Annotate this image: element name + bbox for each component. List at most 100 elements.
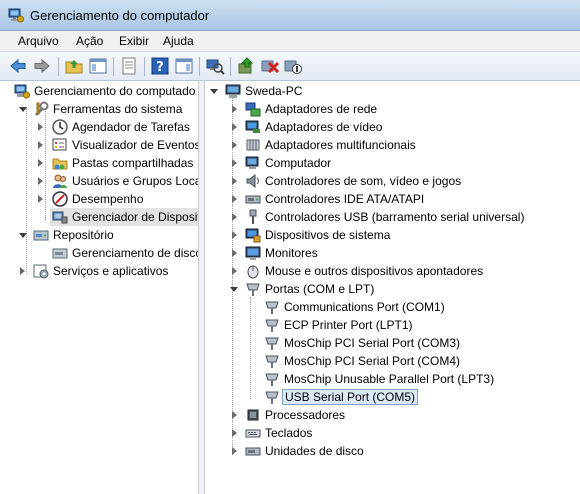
chevron-right-icon[interactable]	[232, 159, 237, 167]
tree-node-port-lpt1[interactable]: ECP Printer Port (LPT1)	[205, 316, 580, 334]
tree-label: Controladores de som, vídeo e jogos	[265, 174, 462, 188]
disk-management-icon	[52, 248, 68, 259]
menu-arquivo[interactable]: Arquivo	[18, 34, 59, 48]
disable-device-icon[interactable]	[283, 56, 303, 76]
tree-label: Agendador de Tarefas	[72, 120, 190, 134]
tree-node-disk-drives[interactable]: Unidades de disco	[205, 442, 580, 460]
toolbar-separator	[144, 57, 145, 76]
tree-node-event-viewer[interactable]: Visualizador de Eventos	[0, 136, 198, 154]
toolbar-separator	[58, 57, 59, 76]
tree-node-ide-controllers[interactable]: Controladores IDE ATA/ATAPI	[205, 190, 580, 208]
tree-label: Adaptadores de vídeo	[265, 120, 383, 134]
tree-node-system-devices[interactable]: Dispositivos de sistema	[205, 226, 580, 244]
network-adapter-icon	[245, 102, 261, 117]
tree-node-network-adapters[interactable]: Adaptadores de rede	[205, 100, 580, 118]
chevron-right-icon[interactable]	[38, 159, 43, 167]
chevron-right-icon[interactable]	[232, 249, 237, 257]
tree-node-shared-folders[interactable]: Pastas compartilhadas	[0, 154, 198, 172]
tree-node-mice[interactable]: Mouse e outros dispositivos apontadores	[205, 262, 580, 280]
tree-node-computer-root[interactable]: Sweda-PC	[205, 82, 580, 100]
tree-node-monitors[interactable]: Monitores	[205, 244, 580, 262]
chevron-right-icon[interactable]	[20, 267, 25, 275]
tree-label: Dispositivos de sistema	[265, 228, 391, 242]
chevron-right-icon[interactable]	[232, 429, 237, 437]
show-hide-tree-icon[interactable]	[88, 56, 108, 76]
show-action-pane-icon[interactable]	[174, 56, 194, 76]
chevron-right-icon[interactable]	[38, 123, 43, 131]
chevron-right-icon[interactable]	[232, 177, 237, 185]
device-tree-pane: Sweda-PC Adaptadores de rede Adaptadores…	[204, 81, 580, 494]
chevron-down-icon[interactable]	[210, 89, 218, 94]
chevron-right-icon[interactable]	[38, 177, 43, 185]
computer-icon	[225, 84, 241, 98]
tree-node-port-lpt3[interactable]: MosChip Unusable Parallel Port (LPT3)	[205, 370, 580, 388]
tree-node-performance[interactable]: Desempenho	[0, 190, 198, 208]
up-folder-icon[interactable]	[64, 56, 84, 76]
port-icon	[265, 391, 279, 404]
chevron-right-icon[interactable]	[38, 141, 43, 149]
back-arrow-icon[interactable]	[8, 56, 28, 76]
update-driver-icon[interactable]	[236, 56, 256, 76]
tree-node-display-adapters[interactable]: Adaptadores de vídeo	[205, 118, 580, 136]
chevron-right-icon[interactable]	[232, 195, 237, 203]
scan-hardware-icon[interactable]	[205, 56, 225, 76]
tree-node-services-apps[interactable]: Serviços e aplicativos	[0, 262, 198, 280]
tree-label: Visualizador de Eventos	[72, 138, 199, 152]
tree-label: Teclados	[265, 426, 313, 440]
menu-exibir[interactable]: Exibir	[119, 34, 149, 48]
uninstall-icon[interactable]	[260, 56, 280, 76]
help-icon[interactable]: ?	[150, 56, 170, 76]
chevron-down-icon[interactable]	[19, 107, 27, 112]
computer-management-icon	[8, 8, 24, 23]
tree-node-local-users[interactable]: Usuários e Grupos Loca	[0, 172, 198, 190]
tree-node-port-com1[interactable]: Communications Port (COM1)	[205, 298, 580, 316]
toolbar: ?	[0, 51, 580, 81]
system-devices-icon	[245, 228, 261, 243]
tree-label: Computador	[265, 156, 332, 170]
chevron-right-icon[interactable]	[232, 213, 237, 221]
tree-node-port-com5[interactable]: USB Serial Port (COM5)	[205, 388, 580, 406]
forward-arrow-icon[interactable]	[32, 56, 52, 76]
chevron-right-icon[interactable]	[232, 447, 237, 455]
tree-node-sound-controllers[interactable]: Controladores de som, vídeo e jogos	[205, 172, 580, 190]
mouse-icon	[247, 265, 259, 279]
chevron-right-icon[interactable]	[38, 195, 43, 203]
menu-acao[interactable]: Ação	[76, 34, 103, 48]
tree-node-device-manager[interactable]: Gerenciador de Disposit	[50, 208, 198, 226]
chevron-down-icon[interactable]	[19, 233, 27, 238]
chevron-right-icon[interactable]	[232, 411, 237, 419]
services-icon	[33, 264, 49, 279]
tree-node-keyboards[interactable]: Teclados	[205, 424, 580, 442]
port-icon	[265, 301, 279, 314]
storage-icon	[33, 230, 49, 241]
tree-node-computer[interactable]: Computador	[205, 154, 580, 172]
chevron-right-icon[interactable]	[232, 141, 237, 149]
tree-node-system-tools[interactable]: Ferramentas do sistema	[0, 100, 198, 118]
tree-node-processors[interactable]: Processadores	[205, 406, 580, 424]
tree-label: Communications Port (COM1)	[284, 300, 445, 314]
tools-icon	[34, 101, 49, 117]
chevron-right-icon[interactable]	[232, 231, 237, 239]
tree-label: Processadores	[265, 408, 346, 422]
tree-node-ports[interactable]: Portas (COM e LPT)	[205, 280, 580, 298]
tree-node-storage[interactable]: Repositório	[0, 226, 198, 244]
tree-node-root[interactable]: Gerenciamento do computado	[0, 82, 198, 100]
ide-controller-icon	[245, 195, 261, 204]
toolbar-separator	[113, 57, 114, 76]
chevron-down-icon[interactable]	[230, 287, 238, 292]
tree-node-multifunction-adapters[interactable]: Adaptadores multifuncionais	[205, 136, 580, 154]
tree-node-port-com3[interactable]: MosChip PCI Serial Port (COM3)	[205, 334, 580, 352]
users-icon	[53, 174, 67, 188]
tree-node-usb-controllers[interactable]: Controladores USB (barramento serial uni…	[205, 208, 580, 226]
tree-label: Repositório	[53, 228, 114, 242]
chevron-right-icon[interactable]	[232, 105, 237, 113]
menu-ajuda[interactable]: Ajuda	[163, 34, 194, 48]
port-icon	[265, 319, 279, 332]
properties-icon[interactable]	[119, 56, 139, 76]
tree-node-task-scheduler[interactable]: Agendador de Tarefas	[0, 118, 198, 136]
tree-node-port-com4[interactable]: MosChip PCI Serial Port (COM4)	[205, 352, 580, 370]
chevron-right-icon[interactable]	[232, 267, 237, 275]
chevron-right-icon[interactable]	[232, 123, 237, 131]
tree-node-disk-management[interactable]: Gerenciamento de disco	[0, 244, 198, 262]
speaker-icon	[246, 173, 259, 189]
